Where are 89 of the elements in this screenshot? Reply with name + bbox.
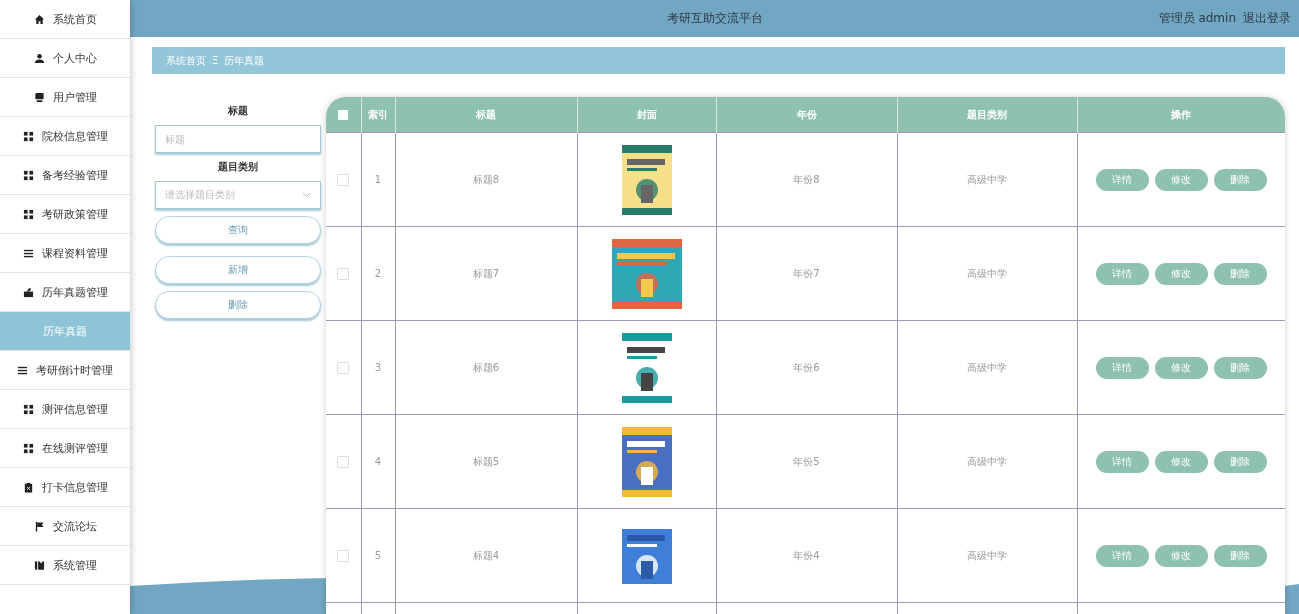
index-text: 3 — [374, 362, 382, 373]
monitor-icon — [33, 91, 45, 103]
column-header: 年份 — [796, 108, 817, 120]
home-icon — [33, 13, 45, 25]
category-text: 高级中学 — [967, 173, 1007, 185]
chevron-down-icon — [302, 192, 311, 198]
row-checkbox[interactable] — [337, 173, 350, 186]
sidebar-subitem[interactable]: 历年真题 — [0, 312, 130, 351]
clipboard-icon — [22, 481, 34, 493]
briefcase-icon — [22, 286, 34, 298]
sidebar-item[interactable]: 院校信息管理 — [0, 117, 130, 156]
column-header: 标题 — [476, 108, 496, 120]
action-button[interactable]: 新增 — [155, 256, 321, 284]
sidebar-item[interactable]: 用户管理 — [0, 78, 130, 117]
title-text: 标题7 — [472, 267, 500, 279]
sidebar-item[interactable]: 备考经验管理 — [0, 156, 130, 195]
category-text: 高级中学 — [967, 455, 1007, 467]
row-action-button[interactable]: 修改 — [1154, 356, 1208, 379]
field-label: 标题 — [228, 104, 248, 118]
sidebar-item[interactable]: 考研政策管理 — [0, 195, 130, 234]
sidebar-item[interactable]: 测评信息管理 — [0, 390, 130, 429]
list-icon — [22, 247, 34, 259]
column-header: 操作 — [1171, 108, 1192, 120]
column-header: 索引 — [368, 108, 388, 120]
row-action-button[interactable]: 详情 — [1095, 356, 1149, 379]
row-checkbox[interactable] — [337, 549, 350, 562]
row-checkbox[interactable] — [337, 361, 350, 374]
index-text: 5 — [374, 550, 382, 561]
sidebar-item[interactable]: 打卡信息管理 — [0, 468, 130, 507]
field-label: 题目类别 — [218, 160, 258, 174]
list-icon — [17, 364, 28, 376]
title-text: 标题6 — [472, 361, 500, 373]
category-text: 高级中学 — [967, 267, 1007, 279]
app-title: 考研互助交流平台 — [666, 10, 763, 27]
row-checkbox[interactable] — [337, 267, 350, 280]
column-header: 题目类别 — [967, 108, 1007, 120]
row-action-button[interactable]: 删除 — [1213, 262, 1267, 285]
row-action-button[interactable]: 删除 — [1213, 450, 1267, 473]
row-action-button[interactable]: 修改 — [1154, 168, 1208, 191]
row-action-button[interactable]: 详情 — [1095, 262, 1149, 285]
grid-icon — [22, 208, 34, 220]
index-text: 1 — [374, 174, 382, 185]
sidebar-item[interactable]: 交流论坛 — [0, 507, 130, 546]
user-icon — [33, 52, 45, 64]
sidebar-item[interactable]: 在线测评管理 — [0, 429, 130, 468]
row-action-button[interactable]: 修改 — [1154, 544, 1208, 567]
year-text: 年份6 — [793, 361, 820, 373]
year-text: 年份4 — [793, 549, 820, 561]
row-action-button[interactable]: 修改 — [1154, 262, 1208, 285]
index-text: 4 — [374, 456, 382, 467]
year-text: 年份8 — [793, 173, 820, 185]
sidebar-item[interactable]: 历年真题管理 — [0, 273, 130, 312]
year-text: 年份5 — [793, 455, 820, 467]
category-text: 高级中学 — [967, 549, 1007, 561]
row-action-button[interactable]: 详情 — [1095, 450, 1149, 473]
title-text: 标题4 — [472, 549, 500, 561]
title-field[interactable]: 标题 — [155, 125, 321, 153]
row-action-button[interactable]: 修改 — [1154, 450, 1208, 473]
flag-icon — [33, 520, 45, 532]
user-label: 管理员 admin — [1158, 10, 1236, 27]
select-all-checkbox[interactable] — [338, 110, 349, 120]
sidebar-item[interactable]: 考研倒计时管理 — [0, 351, 130, 390]
row-action-button[interactable]: 删除 — [1213, 544, 1267, 567]
row-action-button[interactable]: 删除 — [1213, 168, 1267, 191]
sidebar-item[interactable]: 个人中心 — [0, 39, 130, 78]
action-button[interactable]: 查询 — [155, 216, 321, 244]
logout-link[interactable]: 退出登录 — [1243, 10, 1291, 27]
column-header: 封面 — [636, 108, 657, 120]
row-checkbox[interactable] — [337, 455, 350, 468]
row-action-button[interactable]: 详情 — [1095, 168, 1149, 191]
breadcrumb-home[interactable]: 系统首页 — [166, 53, 206, 68]
book-icon — [33, 559, 45, 571]
title-text: 标题5 — [472, 455, 500, 467]
action-button[interactable]: 删除 — [155, 291, 321, 319]
title-text: 标题8 — [472, 173, 500, 185]
breadcrumb-separator: Ξ — [212, 55, 219, 66]
category-text: 高级中学 — [967, 361, 1007, 373]
breadcrumb-current: 历年真题 — [224, 53, 265, 68]
sidebar-item[interactable]: 系统首页 — [0, 0, 130, 39]
grid-icon — [22, 130, 34, 142]
grid-icon — [22, 403, 34, 415]
sidebar-item[interactable]: 系统管理 — [0, 546, 130, 585]
year-text: 年份7 — [793, 267, 820, 279]
index-text: 2 — [374, 268, 382, 279]
grid-icon — [22, 169, 34, 181]
grid-icon — [22, 442, 34, 454]
sidebar-item[interactable]: 课程资料管理 — [0, 234, 130, 273]
row-action-button[interactable]: 删除 — [1213, 356, 1267, 379]
row-action-button[interactable]: 详情 — [1095, 544, 1149, 567]
